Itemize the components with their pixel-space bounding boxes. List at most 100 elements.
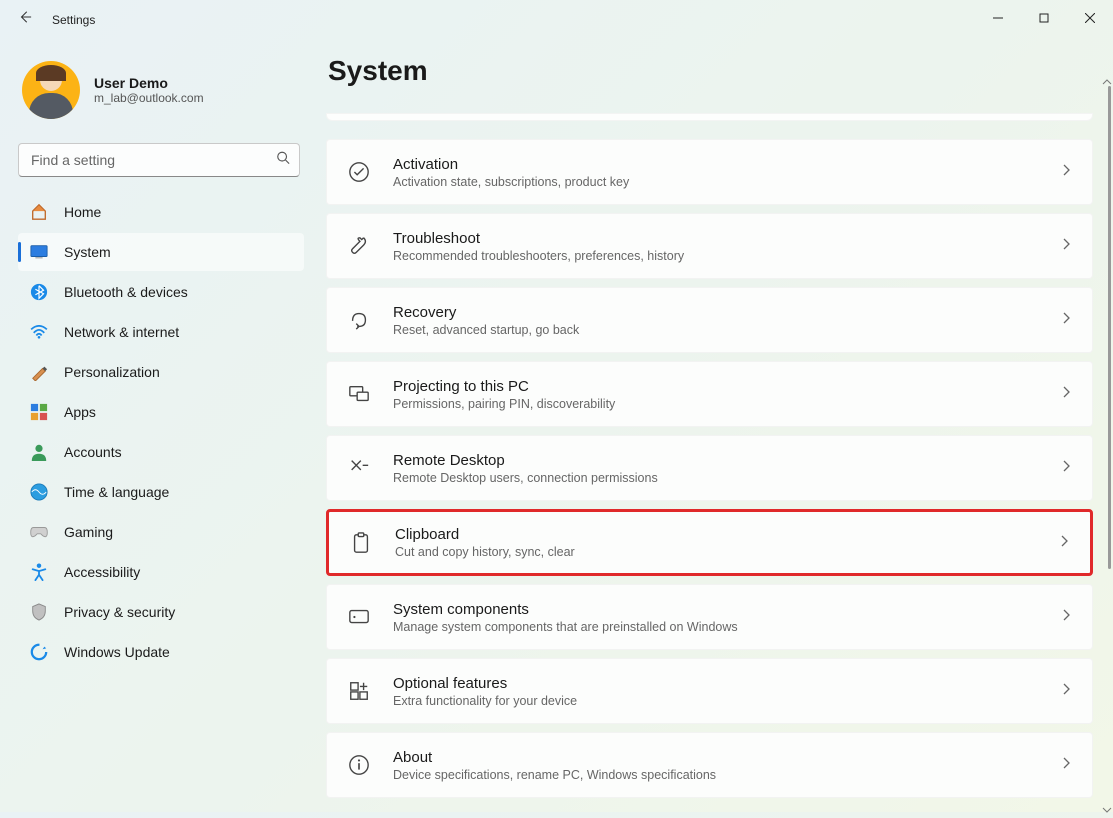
card-desc: Manage system components that are preins… bbox=[393, 620, 1060, 634]
main-content: System Activation Activation state, subs… bbox=[312, 39, 1113, 815]
scroll-down-icon[interactable] bbox=[1102, 800, 1112, 810]
card-desc: Extra functionality for your device bbox=[393, 694, 1060, 708]
sidebar-item-label: Time & language bbox=[64, 484, 169, 500]
apps-icon bbox=[30, 403, 48, 421]
card-title: Activation bbox=[393, 156, 1060, 173]
back-button[interactable] bbox=[18, 10, 32, 29]
sidebar-item-label: System bbox=[64, 244, 111, 260]
sidebar-item-apps[interactable]: Apps bbox=[18, 393, 304, 431]
sidebar-item-accounts[interactable]: Accounts bbox=[18, 433, 304, 471]
maximize-icon bbox=[1039, 13, 1049, 23]
card-recovery[interactable]: Recovery Reset, advanced startup, go bac… bbox=[326, 287, 1093, 353]
chevron-right-icon bbox=[1060, 311, 1072, 329]
minimize-button[interactable] bbox=[975, 0, 1021, 36]
chevron-right-icon bbox=[1060, 163, 1072, 181]
sidebar-item-label: Network & internet bbox=[64, 324, 179, 340]
sidebar-item-accessibility[interactable]: Accessibility bbox=[18, 553, 304, 591]
profile-block[interactable]: User Demo m_lab@outlook.com bbox=[18, 55, 304, 135]
search-icon bbox=[276, 151, 290, 170]
sidebar-item-label: Windows Update bbox=[64, 644, 170, 660]
sidebar-item-label: Apps bbox=[64, 404, 96, 420]
clipboard-icon bbox=[349, 531, 373, 555]
card-system-components[interactable]: System components Manage system componen… bbox=[326, 584, 1093, 650]
card-desc: Device specifications, rename PC, Window… bbox=[393, 768, 1060, 782]
titlebar: Settings bbox=[0, 0, 1113, 39]
card-activation[interactable]: Activation Activation state, subscriptio… bbox=[326, 139, 1093, 205]
sidebar-item-label: Bluetooth & devices bbox=[64, 284, 188, 300]
card-remote-desktop[interactable]: Remote Desktop Remote Desktop users, con… bbox=[326, 435, 1093, 501]
sidebar-item-label: Home bbox=[64, 204, 101, 220]
chevron-right-icon bbox=[1060, 459, 1072, 477]
card-title: Clipboard bbox=[395, 526, 1058, 543]
card-title: Optional features bbox=[393, 675, 1060, 692]
home-icon bbox=[30, 203, 48, 221]
card-list: Activation Activation state, subscriptio… bbox=[326, 139, 1093, 802]
sidebar: User Demo m_lab@outlook.com Home System … bbox=[0, 39, 312, 815]
card-desc: Reset, advanced startup, go back bbox=[393, 323, 1060, 337]
sidebar-item-update[interactable]: Windows Update bbox=[18, 633, 304, 671]
card-desc: Recommended troubleshooters, preferences… bbox=[393, 249, 1060, 263]
profile-email: m_lab@outlook.com bbox=[94, 91, 204, 105]
projecting-icon bbox=[347, 382, 371, 406]
card-desc: Activation state, subscriptions, product… bbox=[393, 175, 1060, 189]
sidebar-item-system[interactable]: System bbox=[18, 233, 304, 271]
card-troubleshoot[interactable]: Troubleshoot Recommended troubleshooters… bbox=[326, 213, 1093, 279]
sidebar-item-label: Personalization bbox=[64, 364, 160, 380]
profile-name: User Demo bbox=[94, 75, 204, 91]
update-icon bbox=[30, 643, 48, 661]
chevron-right-icon bbox=[1060, 608, 1072, 626]
card-desc: Permissions, pairing PIN, discoverabilit… bbox=[393, 397, 1060, 411]
maximize-button[interactable] bbox=[1021, 0, 1067, 36]
sidebar-item-label: Accessibility bbox=[64, 564, 140, 580]
scrollbar-thumb[interactable] bbox=[1108, 86, 1111, 569]
search-input[interactable] bbox=[18, 143, 300, 177]
card-projecting[interactable]: Projecting to this PC Permissions, pairi… bbox=[326, 361, 1093, 427]
card-desc: Remote Desktop users, connection permiss… bbox=[393, 471, 1060, 485]
nav-list: Home System Bluetooth & devices Network … bbox=[18, 193, 304, 671]
card-title: Projecting to this PC bbox=[393, 378, 1060, 395]
troubleshoot-icon bbox=[347, 234, 371, 258]
sidebar-item-privacy[interactable]: Privacy & security bbox=[18, 593, 304, 631]
optional-features-icon bbox=[347, 679, 371, 703]
card-title: Troubleshoot bbox=[393, 230, 1060, 247]
back-arrow-icon bbox=[18, 10, 32, 24]
card-title: About bbox=[393, 749, 1060, 766]
window-title: Settings bbox=[52, 13, 95, 27]
system-icon bbox=[30, 243, 48, 261]
minimize-icon bbox=[993, 13, 1003, 23]
sidebar-item-gaming[interactable]: Gaming bbox=[18, 513, 304, 551]
card-title: System components bbox=[393, 601, 1060, 618]
sidebar-item-network[interactable]: Network & internet bbox=[18, 313, 304, 351]
card-desc: Cut and copy history, sync, clear bbox=[395, 545, 1058, 559]
time-icon bbox=[30, 483, 48, 501]
chevron-right-icon bbox=[1060, 682, 1072, 700]
accessibility-icon bbox=[30, 563, 48, 581]
remote-desktop-icon bbox=[347, 456, 371, 480]
card-clipboard[interactable]: Clipboard Cut and copy history, sync, cl… bbox=[326, 509, 1093, 576]
scrollbar[interactable] bbox=[1101, 86, 1111, 796]
chevron-right-icon bbox=[1058, 534, 1070, 552]
sidebar-item-personalization[interactable]: Personalization bbox=[18, 353, 304, 391]
sidebar-item-time[interactable]: Time & language bbox=[18, 473, 304, 511]
sidebar-item-label: Gaming bbox=[64, 524, 113, 540]
card-title: Remote Desktop bbox=[393, 452, 1060, 469]
accounts-icon bbox=[30, 443, 48, 461]
about-icon bbox=[347, 753, 371, 777]
search-wrap bbox=[18, 143, 300, 177]
window-controls bbox=[975, 0, 1113, 36]
bluetooth-icon bbox=[30, 283, 48, 301]
page-title: System bbox=[328, 55, 1093, 87]
chevron-right-icon bbox=[1060, 385, 1072, 403]
sidebar-item-home[interactable]: Home bbox=[18, 193, 304, 231]
card-title: Recovery bbox=[393, 304, 1060, 321]
sidebar-item-bluetooth[interactable]: Bluetooth & devices bbox=[18, 273, 304, 311]
system-components-icon bbox=[347, 605, 371, 629]
card-optional-features[interactable]: Optional features Extra functionality fo… bbox=[326, 658, 1093, 724]
sidebar-item-label: Accounts bbox=[64, 444, 122, 460]
scroll-up-icon[interactable] bbox=[1102, 72, 1112, 82]
recovery-icon bbox=[347, 308, 371, 332]
card-about[interactable]: About Device specifications, rename PC, … bbox=[326, 732, 1093, 798]
privacy-icon bbox=[30, 603, 48, 621]
close-icon bbox=[1085, 13, 1095, 23]
close-button[interactable] bbox=[1067, 0, 1113, 36]
